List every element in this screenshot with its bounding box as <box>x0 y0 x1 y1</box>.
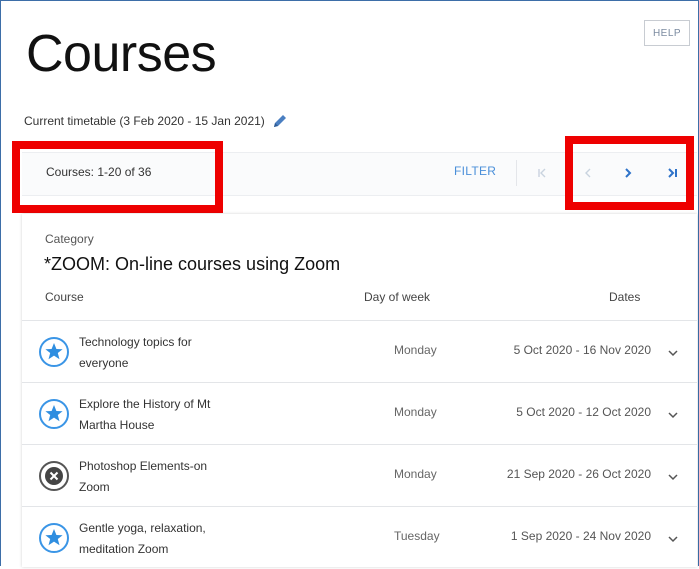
table-row[interactable]: Photoshop Elements-on Zoom Monday 21 Sep… <box>22 444 697 507</box>
timetable-label: Current timetable (3 Feb 2020 - 15 Jan 2… <box>24 114 265 128</box>
highlight-box-pagination <box>565 136 694 210</box>
category-name: *ZOOM: On-line courses using Zoom <box>44 254 341 274</box>
cancelled-icon <box>38 460 70 492</box>
pencil-icon[interactable] <box>271 112 289 130</box>
star-icon <box>38 336 70 368</box>
star-icon <box>38 398 70 430</box>
course-title[interactable]: Gentle yoga, relaxation, meditation Zoom <box>79 518 239 560</box>
course-dates: 5 Oct 2020 - 12 Oct 2020 <box>516 405 651 419</box>
highlight-box-count <box>12 141 223 213</box>
column-header-dates[interactable]: Dates <box>609 290 640 304</box>
first-page-icon <box>538 168 546 178</box>
course-title[interactable]: Technology topics for everyone <box>79 332 239 374</box>
course-dates: 5 Oct 2020 - 16 Nov 2020 <box>513 343 651 357</box>
table-row[interactable]: Gentle yoga, relaxation, meditation Zoom… <box>22 506 697 569</box>
timetable-selector[interactable]: Current timetable (3 Feb 2020 - 15 Jan 2… <box>24 112 289 130</box>
course-dates: 1 Sep 2020 - 24 Nov 2020 <box>510 529 651 543</box>
table-row[interactable]: Explore the History of Mt Martha House M… <box>22 382 697 445</box>
help-button[interactable]: HELP <box>644 20 690 46</box>
column-header-day[interactable]: Day of week <box>364 290 430 304</box>
first-page-button[interactable] <box>528 160 556 186</box>
chevron-down-icon[interactable] <box>667 345 679 357</box>
course-dates: 21 Sep 2020 - 26 Oct 2020 <box>506 467 651 481</box>
chevron-down-icon[interactable] <box>667 407 679 419</box>
course-day: Monday <box>394 343 437 357</box>
course-day: Monday <box>394 405 437 419</box>
course-day: Monday <box>394 467 437 481</box>
chevron-down-icon[interactable] <box>667 531 679 543</box>
course-title[interactable]: Photoshop Elements-on Zoom <box>79 456 239 498</box>
page-title: Courses <box>26 25 217 83</box>
course-day: Tuesday <box>394 529 440 543</box>
chevron-down-icon[interactable] <box>667 469 679 481</box>
table-row[interactable]: Technology topics for everyone Monday 5 … <box>22 320 697 383</box>
course-title[interactable]: Explore the History of Mt Martha House <box>79 394 239 436</box>
category-label: Category <box>45 232 94 246</box>
toolbar-divider <box>516 160 517 186</box>
filter-button[interactable]: FILTER <box>454 164 496 178</box>
star-icon <box>38 522 70 554</box>
column-header-course[interactable]: Course <box>45 290 84 304</box>
